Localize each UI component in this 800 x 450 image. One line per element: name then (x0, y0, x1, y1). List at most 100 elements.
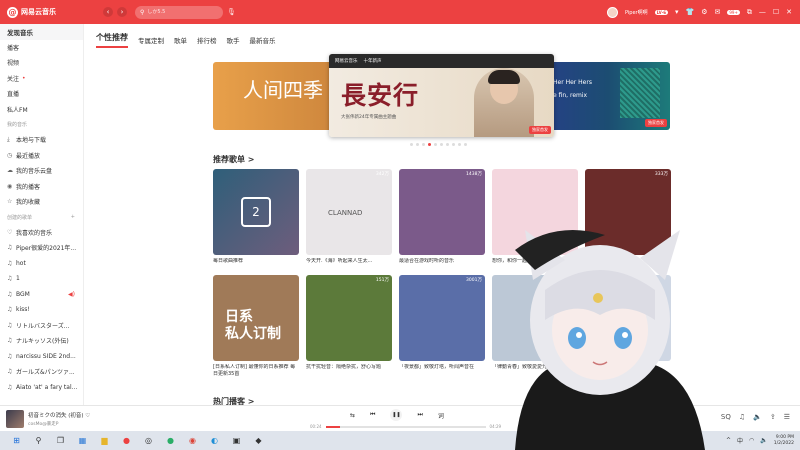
banner-dot[interactable] (410, 143, 413, 146)
now-playing-cover[interactable] (6, 409, 24, 428)
quality-icon[interactable]: SQ (721, 413, 731, 421)
wifi-icon[interactable]: ◠ (749, 437, 754, 444)
loop-icon[interactable]: ⇆ (350, 412, 355, 419)
playlist-cover[interactable]: 2 (213, 169, 299, 255)
playlist-cover[interactable]: 3001万 (399, 275, 485, 361)
banner-dot[interactable] (458, 143, 461, 146)
sidebar-playlist-item[interactable]: ♫ ガールズ&パンツァ... (0, 364, 83, 380)
banner-dot[interactable] (422, 143, 425, 146)
now-playing-title[interactable]: 初音ミクの消失 (初音) (28, 413, 84, 419)
sidebar-item[interactable]: 发现音乐 (0, 24, 83, 40)
banner-dot[interactable] (452, 143, 455, 146)
banner-dot[interactable] (434, 143, 437, 146)
steam-icon[interactable]: ◎ (143, 435, 154, 446)
tab-0[interactable]: 个性推荐 (96, 32, 128, 48)
now-playing-artist[interactable]: cosMo@暴走P (28, 421, 90, 427)
tab-4[interactable]: 歌手 (227, 35, 240, 48)
mini-mode-icon[interactable]: ⧉ (747, 8, 752, 17)
lyrics-icon[interactable]: 词 (438, 411, 444, 420)
sidebar-playlist-item[interactable]: ♫ ナルキッソス(外伝) (0, 333, 83, 349)
clock[interactable]: 9:00 PM 1/2/2022 (774, 435, 794, 447)
avatar[interactable] (606, 6, 618, 18)
playlist-caption[interactable]: 「夜景都」致敬灯塔，听闻声音在 (399, 364, 485, 379)
search-box[interactable]: ⚲ (135, 5, 223, 19)
wechat-icon[interactable]: ● (165, 435, 176, 446)
microphone-icon[interactable]: 🎙 (227, 8, 236, 16)
playlist-card[interactable]: 1438万最适合在游戏时听的音乐 (399, 169, 485, 273)
app-icon-2[interactable]: ◆ (253, 435, 264, 446)
heart-icon[interactable]: ♡ (85, 413, 90, 419)
hot-podcasts-title[interactable]: 热门播客 > (213, 396, 255, 405)
playlist-cover[interactable]: 1438万 (399, 169, 485, 255)
playlist-caption[interactable]: [日系私人订制] 最懂你的日系推荐 每日更新35首 (213, 364, 299, 379)
previous-icon[interactable]: ⏮ (370, 411, 375, 419)
playlist-caption[interactable]: 最适合在游戏时听的音乐 (399, 258, 485, 273)
playlist-icon[interactable]: ☰ (784, 413, 790, 421)
playlist-card[interactable]: 日系 私人订制 [日系私人订制] 最懂你的日系推荐 每日更新35首 (213, 275, 299, 379)
banner-dot[interactable] (416, 143, 419, 146)
sidebar-item[interactable]: ⤓ 本地与下载 (0, 132, 83, 148)
search-input[interactable] (147, 9, 216, 15)
banner-center[interactable]: 网易云音乐 十年新声 長安行 大张伟新24年专属曲主题曲 独家首发 (329, 54, 554, 137)
sidebar-item[interactable]: 直播 (0, 86, 83, 102)
playlist-cover[interactable]: 日系 私人订制 (213, 275, 299, 361)
playlist-caption[interactable]: 抗干扰轻音：隔绝杂扰，舒心写题 (306, 364, 392, 379)
sidebar-playlist-item[interactable]: ♫ narcissu SIDE 2nd... (0, 349, 83, 365)
username[interactable]: Piper啊啊 (625, 9, 648, 16)
sidebar-item[interactable]: ◷ 最近播放 (0, 148, 83, 164)
playlist-cover[interactable]: 151万 (306, 275, 392, 361)
music-app-taskbar-icon[interactable]: ● (121, 435, 132, 446)
app-logo[interactable]: @ 网易云音乐 (7, 6, 97, 18)
tray-volume-icon[interactable]: 🔈 (760, 437, 767, 444)
banner-dot[interactable] (446, 143, 449, 146)
minimize-icon[interactable]: — (759, 8, 766, 16)
edge-icon[interactable]: ◐ (209, 435, 220, 446)
close-icon[interactable]: ✕ (786, 8, 792, 16)
sidebar-playlist-item[interactable]: ♡ 我喜欢的音乐 (0, 225, 83, 241)
banner-carousel[interactable]: 人间四季 Her Her Hers e fin, remix 独家首发 网易云音… (85, 54, 800, 154)
windows-start-icon[interactable]: ⊞ (11, 435, 22, 446)
tab-1[interactable]: 专属定制 (138, 35, 164, 48)
task-view-icon[interactable]: ❐ (55, 435, 66, 446)
sidebar-item[interactable]: ☁ 我的音乐云盘 (0, 163, 83, 179)
playlist-caption[interactable]: 今天开.《海》听起来人生太... (306, 258, 392, 273)
mail-icon[interactable]: ✉ (715, 8, 721, 16)
volume-icon[interactable]: 🔈 (753, 413, 762, 421)
vip-badge[interactable]: LV·6 (654, 9, 668, 15)
back-arrow-icon[interactable]: ‹ (103, 7, 113, 17)
banner-dot[interactable] (428, 143, 431, 146)
add-playlist-icon[interactable]: + (71, 214, 75, 220)
forward-arrow-icon[interactable]: › (117, 7, 127, 17)
tab-5[interactable]: 最新音乐 (250, 35, 276, 48)
playlist-card[interactable]: 3001万「夜景都」致敬灯塔，听闻声音在 (399, 275, 485, 379)
sidebar-item[interactable]: 私人FM (0, 102, 83, 118)
tray-arrow-icon[interactable]: ^ (726, 437, 731, 444)
sidebar-playlist-item[interactable]: ♫ Piper很爱的2021年... (0, 240, 83, 256)
pause-button[interactable]: ❚❚ (390, 409, 403, 421)
sidebar-playlist-item[interactable]: ♫ BGM ◀) (0, 287, 83, 303)
shirt-icon[interactable]: 👕 (686, 8, 695, 16)
playlist-cover[interactable]: 342万 CLANNAD (306, 169, 392, 255)
next-icon[interactable]: ⏭ (417, 411, 422, 419)
sidebar-playlist-item[interactable]: ♫ hot (0, 256, 83, 272)
chrome-icon[interactable]: ◉ (187, 435, 198, 446)
app-icon[interactable]: ▣ (231, 435, 242, 446)
tab-2[interactable]: 歌单 (174, 35, 187, 48)
language-indicator[interactable]: 中 (737, 436, 743, 445)
sound-effect-icon[interactable]: ♫ (739, 413, 745, 421)
recommend-playlists-title[interactable]: 推荐歌单 > (213, 154, 255, 165)
banner-dot[interactable] (464, 143, 467, 146)
sidebar-item[interactable]: 播客 (0, 40, 83, 56)
sidebar-playlist-item[interactable]: ♫ Aiato 'at' a fary tal... (0, 380, 83, 396)
playlist-card[interactable]: 2 每日歌曲推荐 (213, 169, 299, 273)
explorer-icon[interactable]: ▆ (99, 435, 110, 446)
playlist-card[interactable]: 151万抗干扰轻音：隔绝杂扰，舒心写题 (306, 275, 392, 379)
widgets-icon[interactable]: ▦ (77, 435, 88, 446)
sidebar-item[interactable]: ◉ 我的播客 (0, 179, 83, 195)
maximize-icon[interactable]: ☐ (773, 8, 779, 16)
banner-dot[interactable] (440, 143, 443, 146)
progress-bar[interactable] (325, 425, 486, 428)
share-icon[interactable]: ⇪ (770, 413, 776, 421)
sidebar-playlist-item[interactable]: ♫ リトルバスターズ... (0, 318, 83, 334)
sidebar-item[interactable]: ☆ 我的收藏 (0, 194, 83, 210)
